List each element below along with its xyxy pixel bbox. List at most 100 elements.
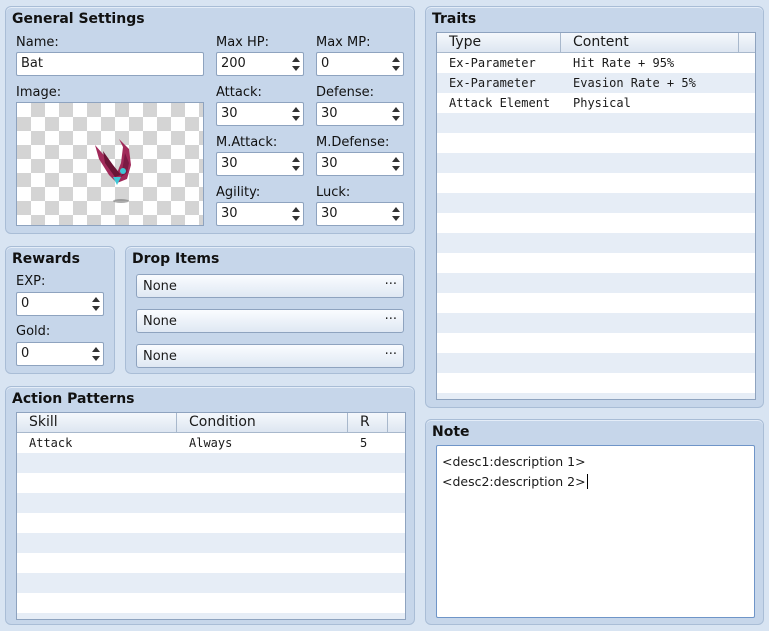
spin-up-icon[interactable] <box>392 157 400 162</box>
defense-stepper[interactable]: 30 <box>316 102 404 126</box>
luck-stepper[interactable]: 30 <box>316 202 404 226</box>
ellipsis-icon: ··· <box>384 277 397 292</box>
drop-item-1-label: None <box>143 279 177 294</box>
table-row[interactable]: Attack Always 5 <box>17 433 405 453</box>
m-attack-label: M.Attack: <box>216 135 278 150</box>
spin-down-icon[interactable] <box>392 216 400 221</box>
spin-up-icon[interactable] <box>392 57 400 62</box>
defense-label: Defense: <box>316 85 374 100</box>
note-line: <desc1:description 1> <box>442 454 586 469</box>
spin-up-icon[interactable] <box>292 207 300 212</box>
agility-value: 30 <box>221 206 238 221</box>
content-cell: Physical <box>573 96 631 110</box>
agility-label: Agility: <box>216 185 261 200</box>
spin-down-icon[interactable] <box>92 356 100 361</box>
spin-up-icon[interactable] <box>292 157 300 162</box>
exp-value: 0 <box>21 296 30 311</box>
action-patterns-list[interactable]: Skill Condition R Attack Always 5 <box>16 412 406 620</box>
spin-down-icon[interactable] <box>292 116 300 121</box>
drop-item-3-button[interactable]: None ··· <box>136 344 404 368</box>
spin-up-icon[interactable] <box>92 297 100 302</box>
r-cell: 5 <box>360 436 368 450</box>
ellipsis-icon: ··· <box>384 347 397 362</box>
name-label: Name: <box>16 35 59 50</box>
action-patterns-panel: Action Patterns Skill Condition R Attack… <box>5 386 415 625</box>
spin-up-icon[interactable] <box>392 207 400 212</box>
attack-stepper[interactable]: 30 <box>216 102 304 126</box>
agility-stepper[interactable]: 30 <box>216 202 304 226</box>
text-caret <box>586 474 588 489</box>
max-mp-value: 0 <box>321 56 330 71</box>
column-header-content[interactable]: Content <box>561 33 739 52</box>
exp-stepper[interactable]: 0 <box>16 292 104 316</box>
gold-stepper[interactable]: 0 <box>16 342 104 366</box>
type-cell: Attack Element <box>449 96 551 110</box>
m-defense-stepper[interactable]: 30 <box>316 152 404 176</box>
table-row[interactable]: Ex-Parameter Evasion Rate + 5% <box>437 73 755 93</box>
spin-down-icon[interactable] <box>292 66 300 71</box>
spin-down-icon[interactable] <box>292 216 300 221</box>
attack-label: Attack: <box>216 85 262 100</box>
spin-up-icon[interactable] <box>292 57 300 62</box>
drop-item-1-button[interactable]: None ··· <box>136 274 404 298</box>
condition-cell: Always <box>189 436 233 450</box>
exp-label: EXP: <box>16 274 46 289</box>
drop-items-title: Drop Items <box>132 251 220 267</box>
general-settings-panel: General Settings Name: Bat Image: Max HP… <box>5 6 415 234</box>
luck-value: 30 <box>321 206 338 221</box>
note-panel: Note <desc1:description 1> <desc2:descri… <box>425 419 764 625</box>
image-preview[interactable] <box>16 102 204 226</box>
traits-panel: Traits Type Content Ex-Parameter Hit Rat… <box>425 6 764 408</box>
image-label: Image: <box>16 85 62 100</box>
spin-up-icon[interactable] <box>392 107 400 112</box>
m-defense-value: 30 <box>321 156 338 171</box>
note-title: Note <box>432 424 470 440</box>
spin-down-icon[interactable] <box>292 166 300 171</box>
general-settings-title: General Settings <box>12 11 145 27</box>
skill-cell: Attack <box>29 436 73 450</box>
max-hp-label: Max HP: <box>216 35 270 50</box>
defense-value: 30 <box>321 106 338 121</box>
spin-down-icon[interactable] <box>392 166 400 171</box>
traits-list[interactable]: Type Content Ex-Parameter Hit Rate + 95%… <box>436 32 756 400</box>
ellipsis-icon: ··· <box>384 312 397 327</box>
type-cell: Ex-Parameter <box>449 56 536 70</box>
rewards-title: Rewards <box>12 251 80 267</box>
traits-title: Traits <box>432 11 477 27</box>
drop-item-2-button[interactable]: None ··· <box>136 309 404 333</box>
drop-item-2-label: None <box>143 314 177 329</box>
type-cell: Ex-Parameter <box>449 76 536 90</box>
spin-down-icon[interactable] <box>392 66 400 71</box>
spin-down-icon[interactable] <box>92 306 100 311</box>
spin-down-icon[interactable] <box>392 116 400 121</box>
column-header-type[interactable]: Type <box>437 33 561 52</box>
m-defense-label: M.Defense: <box>316 135 390 150</box>
note-textarea[interactable]: <desc1:description 1> <desc2:description… <box>436 445 755 618</box>
name-input[interactable]: Bat <box>16 52 204 76</box>
gold-label: Gold: <box>16 324 51 339</box>
spin-up-icon[interactable] <box>92 347 100 352</box>
column-header-r[interactable]: R <box>348 413 388 432</box>
gold-value: 0 <box>21 346 30 361</box>
drop-items-panel: Drop Items None ··· None ··· None ··· <box>125 246 415 374</box>
column-header-skill[interactable]: Skill <box>17 413 177 432</box>
note-line: <desc2:description 2> <box>442 474 586 489</box>
luck-label: Luck: <box>316 185 351 200</box>
action-patterns-title: Action Patterns <box>12 391 135 407</box>
content-cell: Evasion Rate + 5% <box>573 76 696 90</box>
table-row[interactable]: Ex-Parameter Hit Rate + 95% <box>437 53 755 73</box>
table-row[interactable]: Attack Element Physical <box>437 93 755 113</box>
list-background <box>17 433 405 619</box>
action-patterns-header: Skill Condition R <box>17 413 405 433</box>
rewards-panel: Rewards EXP: 0 Gold: 0 <box>5 246 115 374</box>
column-header-condition[interactable]: Condition <box>177 413 348 432</box>
max-mp-stepper[interactable]: 0 <box>316 52 404 76</box>
m-attack-value: 30 <box>221 156 238 171</box>
max-hp-stepper[interactable]: 200 <box>216 52 304 76</box>
m-attack-stepper[interactable]: 30 <box>216 152 304 176</box>
spin-up-icon[interactable] <box>292 107 300 112</box>
content-cell: Hit Rate + 95% <box>573 56 675 70</box>
traits-header: Type Content <box>437 33 755 53</box>
max-mp-label: Max MP: <box>316 35 371 50</box>
drop-item-3-label: None <box>143 349 177 364</box>
